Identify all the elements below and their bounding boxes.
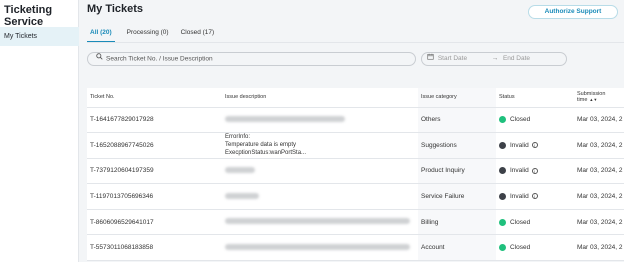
issue-cell [222, 209, 418, 236]
status-cell: Closed [496, 209, 574, 236]
search-placeholder: Search Ticket No. / Issue Description [106, 55, 213, 63]
info-icon[interactable]: i [531, 167, 538, 174]
tab-closed[interactable]: Closed (17) [181, 28, 215, 42]
table-row[interactable]: T-5573011068183858 Account Closed Mar 03… [87, 234, 624, 262]
issue-cell [222, 107, 418, 134]
column-header-category: Issue category [418, 88, 496, 108]
issue-cell [222, 234, 418, 262]
redacted-text [225, 218, 410, 225]
sidebar: Ticketing Service My Tickets [0, 0, 79, 262]
ticket-no-cell[interactable]: T-5573011068183858 [87, 234, 222, 262]
date-range-picker[interactable]: Start Date → End Date [421, 52, 567, 66]
status-label: Invalid [510, 193, 529, 201]
table-row[interactable]: T-1197013705696346 Service Failure Inval… [87, 183, 624, 210]
column-header-issue: Issue description [222, 88, 418, 108]
start-date-field[interactable]: Start Date [438, 53, 490, 65]
column-header-status: Status [496, 88, 574, 108]
category-cell: Others [418, 107, 496, 134]
status-label: Closed [510, 218, 531, 226]
time-cell: Mar 03, 2024, 2 [574, 158, 624, 185]
status-invalid-dot [499, 192, 506, 200]
category-cell: Product Inquiry [418, 158, 496, 185]
status-cell: Invalid i [496, 183, 574, 210]
sidebar-item-my-tickets[interactable]: My Tickets [0, 27, 79, 46]
table-row[interactable]: T-7379120604197359 Product Inquiry Inval… [87, 158, 624, 185]
ticket-no-cell[interactable]: T-8606096529641017 [87, 209, 222, 236]
page-title: My Tickets [87, 3, 144, 15]
tickets-table: Ticket No. Issue description Issue categ… [87, 88, 624, 262]
status-cell: Closed [496, 107, 574, 134]
category-cell: Account [418, 234, 496, 262]
end-date-field[interactable]: End Date [503, 53, 530, 65]
status-label: Invalid [510, 142, 529, 149]
table-header-row: Ticket No. Issue description Issue categ… [87, 88, 624, 108]
status-closed-dot [499, 218, 506, 226]
app-title: Ticketing Service [4, 4, 53, 28]
issue-cell [222, 158, 418, 185]
status-invalid-dot [499, 141, 506, 149]
arrow-right-icon: → [491, 55, 499, 62]
redacted-text [225, 192, 259, 199]
tabs-divider [87, 42, 624, 43]
category-cell: Billing [418, 209, 496, 236]
issue-line: ErrorInfo: [225, 134, 251, 141]
ticket-no-cell[interactable]: T-1641677829017928 [87, 107, 222, 134]
status-cell: Invalid i [496, 158, 574, 185]
search-icon [96, 53, 103, 65]
column-header-time[interactable]: Submission time ▲▼ [574, 88, 624, 108]
info-icon[interactable]: i [531, 193, 538, 200]
status-label: Invalid [510, 167, 529, 175]
tab-all[interactable]: All (20) [87, 28, 115, 42]
status-invalid-dot [499, 167, 506, 175]
category-cell: Service Failure [418, 183, 496, 210]
time-cell: Mar 03, 2024, 2 [574, 107, 624, 134]
issue-line: ExecptionStatus:wanPortSta... [225, 150, 307, 157]
ticket-no-cell[interactable]: T-1652088967745026 [87, 132, 222, 159]
time-cell: Mar 03, 2024, 2 [574, 209, 624, 236]
issue-cell [222, 183, 418, 210]
ticket-tabs: All (20) Processing (0) Closed (17) [87, 28, 214, 42]
tab-processing[interactable]: Processing (0) [127, 28, 169, 42]
status-cell: Invalid i [496, 132, 574, 159]
status-closed-dot [499, 116, 506, 124]
ticket-no-cell[interactable]: T-1197013705696346 [87, 183, 222, 210]
redacted-text [225, 243, 410, 250]
table-row[interactable]: T-8606096529641017 Billing Closed Mar 03… [87, 209, 624, 236]
status-label: Closed [510, 116, 531, 124]
issue-line: Temperature data is empty [225, 142, 297, 149]
main-content: My Tickets Authorize Support All (20) Pr… [79, 0, 624, 262]
info-icon[interactable]: i [531, 142, 538, 149]
column-header-ticket-no: Ticket No. [87, 88, 222, 108]
redacted-text [225, 115, 345, 122]
search-input[interactable]: Search Ticket No. / Issue Description [87, 52, 416, 66]
time-cell: Mar 03, 2024, 2 [574, 183, 624, 210]
category-cell: Suggestions [418, 132, 496, 159]
time-cell: Mar 03, 2024, 2 [574, 132, 624, 159]
table-row[interactable]: T-1641677829017928 Others Closed Mar 03,… [87, 107, 624, 134]
redacted-text [225, 166, 255, 173]
status-label: Closed [510, 244, 531, 252]
issue-cell: ErrorInfo: Temperature data is empty Exe… [222, 132, 418, 159]
authorize-support-button[interactable]: Authorize Support [528, 5, 618, 19]
calendar-icon [427, 53, 434, 65]
sort-icon[interactable]: ▲▼ [589, 97, 597, 102]
status-cell: Closed [496, 234, 574, 262]
time-cell: Mar 03, 2024, 2 [574, 234, 624, 262]
ticket-no-cell[interactable]: T-7379120604197359 [87, 158, 222, 185]
table-row[interactable]: T-1652088967745026 ErrorInfo: Temperatur… [87, 132, 624, 159]
status-closed-dot [499, 244, 506, 252]
